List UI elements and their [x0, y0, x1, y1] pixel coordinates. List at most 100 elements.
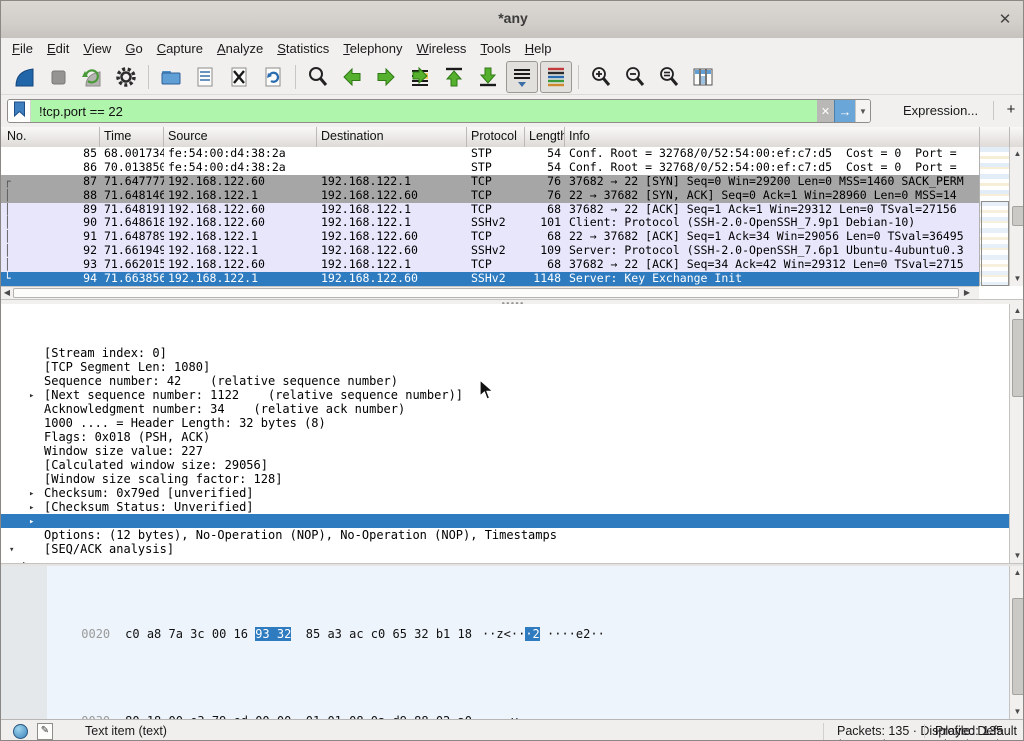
auto-scroll-button[interactable]: [506, 61, 538, 93]
menu-item[interactable]: Edit: [40, 39, 76, 58]
detail-line[interactable]: [Window size scaling factor: 128]: [1, 430, 1009, 444]
scroll-up-arrow[interactable]: ▲: [1010, 147, 1024, 161]
expand-arrow-icon[interactable]: ▸: [29, 515, 34, 529]
detail-line[interactable]: 1000 .... = Header Length: 32 bytes (8): [1, 374, 1009, 388]
scroll-down-arrow[interactable]: ▼: [1010, 272, 1024, 286]
column-header-no[interactable]: No.: [1, 127, 100, 147]
menu-item[interactable]: Statistics: [270, 39, 336, 58]
start-capture-button[interactable]: [8, 61, 40, 93]
scrollbar-thumb[interactable]: [1012, 598, 1024, 695]
detail-line[interactable]: ▸ Flags: 0x018 (PSH, ACK): [1, 388, 1009, 402]
expand-arrow-icon[interactable]: ▾: [9, 543, 14, 557]
menu-item[interactable]: Tools: [473, 39, 517, 58]
detail-line[interactable]: ▾ SSH Protocol: [1, 542, 1009, 556]
filter-clear-button[interactable]: ✕: [817, 100, 834, 122]
find-packet-button[interactable]: [302, 61, 334, 93]
detail-line[interactable]: [TCP Segment Len: 1080]: [1, 318, 1009, 332]
packet-row[interactable]: │ 89 71.648191037 192.168.122.60 192.168…: [1, 203, 979, 217]
expression-button[interactable]: Expression...: [903, 103, 978, 118]
packet-list-vscrollbar[interactable]: ▲ ▼: [1009, 147, 1024, 286]
detail-line[interactable]: ▸ [SEQ/ACK analysis]: [1, 500, 1009, 514]
add-filter-button[interactable]: +: [1001, 99, 1021, 121]
scrollbar-thumb[interactable]: [1012, 319, 1024, 397]
detail-line[interactable]: Acknowledgment number: 34 (relative ack …: [1, 360, 1009, 374]
detail-line[interactable]: Urgent pointer: 0: [1, 472, 1009, 486]
packet-row[interactable]: └ 94 71.663856741 192.168.122.1 192.168.…: [1, 272, 979, 286]
column-header-destination[interactable]: Destination: [317, 127, 467, 147]
restart-capture-button[interactable]: [76, 61, 108, 93]
packet-row[interactable]: │ 88 71.648146932 192.168.122.1 192.168.…: [1, 189, 979, 203]
menu-item[interactable]: File: [5, 39, 40, 58]
intelligent-scrollbar-minimap[interactable]: [979, 147, 1009, 286]
packet-row[interactable]: 86 70.013850163 fe:54:00:d4:38:2a STP 54…: [1, 161, 979, 175]
scroll-up-arrow[interactable]: ▲: [1010, 304, 1024, 318]
scroll-right-arrow[interactable]: ▶: [961, 287, 973, 299]
close-window-button[interactable]: ✕: [993, 8, 1017, 32]
capture-comment-icon[interactable]: ✎: [37, 723, 53, 740]
close-file-button[interactable]: [223, 61, 255, 93]
go-to-packet-button[interactable]: [404, 61, 436, 93]
filter-apply-button[interactable]: →: [834, 100, 855, 122]
filter-text[interactable]: !tcp.port == 22: [31, 100, 817, 122]
go-forward-button[interactable]: [370, 61, 402, 93]
go-to-bottom-button[interactable]: [472, 61, 504, 93]
open-file-button[interactable]: [155, 61, 187, 93]
packet-list-hscrollbar[interactable]: ◀ ▶: [1, 286, 979, 299]
detail-line[interactable]: ▸ SSH Version 2 (encryption:chacha20-pol…: [1, 556, 1009, 563]
hex-row[interactable]: 003080 18 00 e3 79 ed 00 00 01 01 08 0a …: [9, 700, 605, 720]
column-header-protocol[interactable]: Protocol: [467, 127, 525, 147]
detail-line[interactable]: Window size value: 227: [1, 402, 1009, 416]
zoom-original-button[interactable]: [653, 61, 685, 93]
packet-row[interactable]: │ 91 71.648789678 192.168.122.1 192.168.…: [1, 230, 979, 244]
zoom-out-button[interactable]: [619, 61, 651, 93]
menu-item[interactable]: Help: [518, 39, 559, 58]
detail-line[interactable]: [Stream index: 0]: [1, 304, 1009, 318]
minimap-viewport[interactable]: [981, 201, 1009, 286]
scroll-down-arrow[interactable]: ▼: [1010, 705, 1024, 719]
filter-bookmark-button[interactable]: [8, 100, 31, 122]
menu-item[interactable]: Go: [118, 39, 149, 58]
packet-row[interactable]: │ 93 71.662015274 192.168.122.60 192.168…: [1, 258, 979, 272]
menu-item[interactable]: Capture: [150, 39, 210, 58]
menu-item[interactable]: View: [76, 39, 118, 58]
expand-arrow-icon[interactable]: ▸: [29, 389, 34, 403]
details-vscrollbar[interactable]: ▲ ▼: [1009, 304, 1024, 563]
packet-row[interactable]: 85 68.001734936 fe:54:00:d4:38:2a STP 54…: [1, 147, 979, 161]
stop-capture-button[interactable]: [42, 61, 74, 93]
detail-line[interactable]: ▸ [Timestamps]: [1, 514, 1009, 528]
expert-info-icon[interactable]: [13, 724, 28, 739]
scrollbar-thumb[interactable]: [13, 288, 959, 298]
expand-arrow-icon[interactable]: ▸: [29, 501, 34, 515]
menu-item[interactable]: Analyze: [210, 39, 270, 58]
menu-item[interactable]: Telephony: [336, 39, 409, 58]
hex-row[interactable]: 0020c0 a8 7a 3c 00 16 93 32 85 a3 ac c0 …: [9, 613, 605, 657]
detail-line[interactable]: TCP payload (1080 bytes): [1, 528, 1009, 542]
zoom-in-button[interactable]: [585, 61, 617, 93]
hex-vscrollbar[interactable]: ▲ ▼: [1009, 566, 1024, 719]
colorize-packets-button[interactable]: [540, 61, 572, 93]
go-to-top-button[interactable]: [438, 61, 470, 93]
packet-row[interactable]: │ 92 71.661949820 192.168.122.1 192.168.…: [1, 244, 979, 258]
column-header-length[interactable]: Length: [525, 127, 565, 147]
scroll-down-arrow[interactable]: ▼: [1010, 549, 1024, 563]
column-header-info[interactable]: Info: [565, 127, 1024, 147]
resize-columns-button[interactable]: [687, 61, 719, 93]
detail-line[interactable]: Checksum: 0x79ed [unverified]: [1, 444, 1009, 458]
menu-item[interactable]: Wireless: [410, 39, 474, 58]
capture-options-button[interactable]: [110, 61, 142, 93]
scroll-left-arrow[interactable]: ◀: [1, 287, 13, 299]
scrollbar-thumb[interactable]: [1012, 206, 1024, 226]
detail-line[interactable]: Sequence number: 42 (relative sequence n…: [1, 332, 1009, 346]
detail-line[interactable]: ▸ Options: (12 bytes), No-Operation (NOP…: [1, 486, 1009, 500]
column-header-source[interactable]: Source: [164, 127, 317, 147]
save-file-button[interactable]: [189, 61, 221, 93]
go-back-button[interactable]: [336, 61, 368, 93]
detail-line[interactable]: [Calculated window size: 29056]: [1, 416, 1009, 430]
reload-file-button[interactable]: [257, 61, 289, 93]
packet-row[interactable]: │ 90 71.648618924 192.168.122.60 192.168…: [1, 216, 979, 230]
packet-row[interactable]: ┌ 87 71.647777234 192.168.122.60 192.168…: [1, 175, 979, 189]
detail-line[interactable]: [Next sequence number: 1122 (relative se…: [1, 346, 1009, 360]
scroll-up-arrow[interactable]: ▲: [1010, 566, 1024, 580]
expand-arrow-icon[interactable]: ▸: [29, 487, 34, 501]
detail-line[interactable]: [Checksum Status: Unverified]: [1, 458, 1009, 472]
